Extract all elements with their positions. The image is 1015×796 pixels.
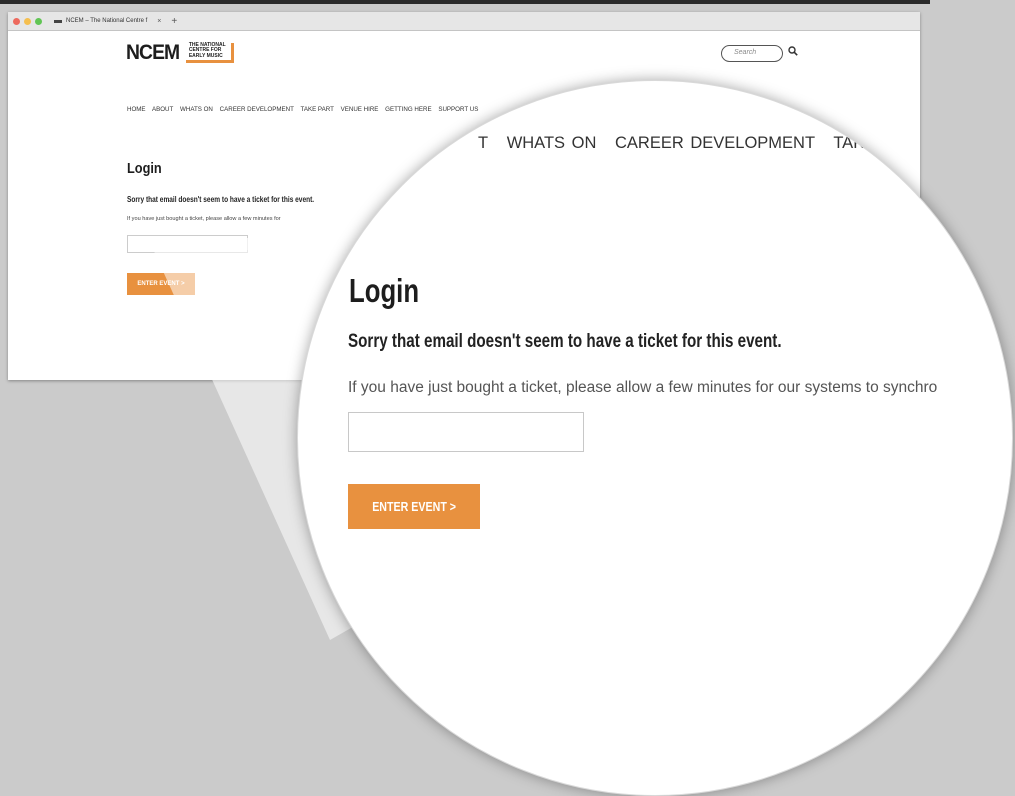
zoomed-hint-text: If you have just bought a ticket, please…: [348, 379, 938, 396]
zoom-nav-item-partial[interactable]: T: [478, 134, 488, 152]
zoomed-enter-event-label: ENTER EVENT >: [372, 499, 456, 514]
zoom-nav-item-whats-on[interactable]: WHATS ON: [507, 134, 597, 152]
zoomed-navigation: T WHATS ON CAREER DEVELOPMENT TAKE PART: [478, 134, 936, 153]
zoomed-error-message: Sorry that email doesn't seem to have a …: [348, 331, 782, 352]
zoom-nav-item-take-part[interactable]: TAKE PART: [833, 134, 924, 152]
zoomed-login-heading: Login: [349, 272, 420, 309]
zoom-nav-item-career-development[interactable]: CAREER DEVELOPMENT: [615, 134, 815, 152]
zoomed-email-field[interactable]: [348, 412, 584, 452]
magnifier-zoom: T WHATS ON CAREER DEVELOPMENT TAKE PART …: [297, 80, 1013, 796]
zoomed-enter-event-button[interactable]: ENTER EVENT >: [348, 484, 480, 529]
